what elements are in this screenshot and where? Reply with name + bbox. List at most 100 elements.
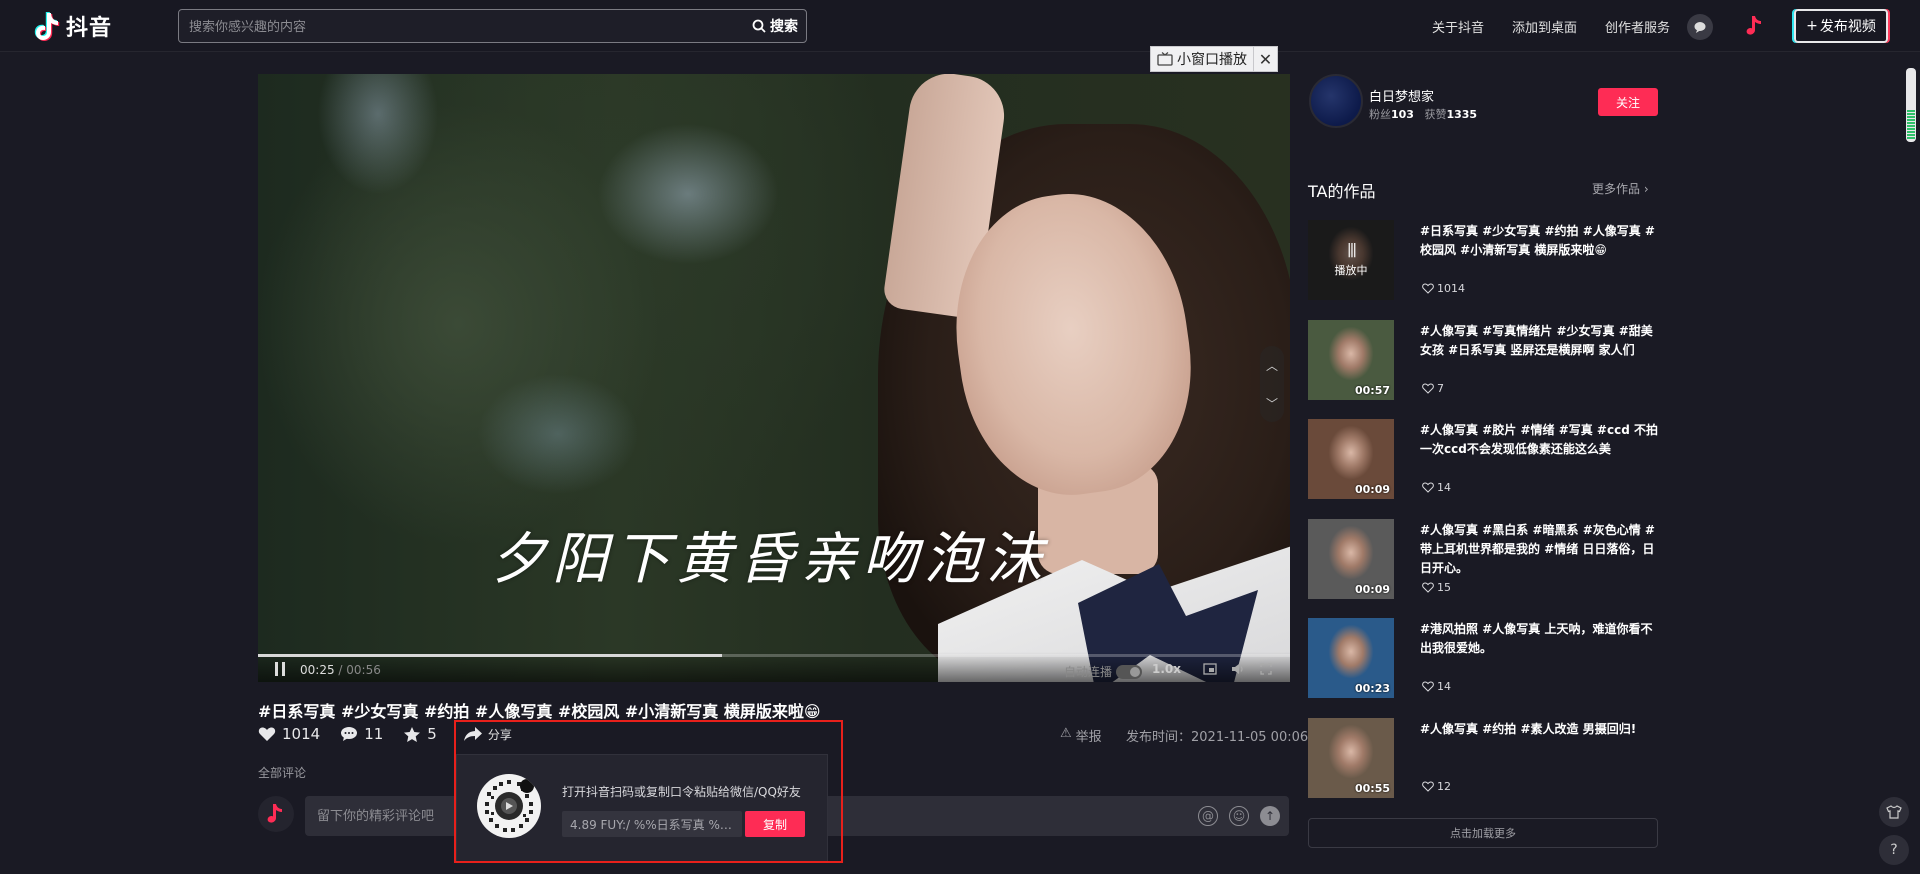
close-icon[interactable]: ✕ [1254,46,1278,72]
pause-icon[interactable] [275,662,287,676]
mini-window-label: 小窗口播放 [1177,52,1247,68]
star-icon [404,726,421,742]
search-button-label: 搜索 [770,19,798,35]
more-works-label: 更多作品 [1592,182,1641,196]
work-thumbnail: 00:09 [1308,419,1394,499]
fans-label: 粉丝 [1369,108,1391,121]
video-player[interactable]: 夕阳下黄昏亲吻泡沫 ︿ ﹀ 00:25 / 00:56 自动连播 1.0x [258,74,1290,682]
favorite-button[interactable]: 5 [403,725,437,743]
mini-player-control: 小窗口播放 ✕ [1150,46,1278,72]
work-duration: 00:09 [1354,583,1390,596]
current-time: 00:25 [300,663,335,677]
heart-outline-icon [1422,482,1434,493]
work-item[interactable]: 00:23 #港风拍照 #人像写真 上天呐，难道你看不出我很爱她。 14 [1308,618,1658,698]
work-like-count: 14 [1437,481,1451,494]
author-name[interactable]: 白日梦想家 [1369,86,1434,105]
video-title: #日系写真 #少女写真 #约拍 #人像写真 #校园风 #小清新写真 横屏版来啦😁 [258,702,821,721]
work-item[interactable]: 00:57 #人像写真 #写真情绪片 #少女写真 #甜美女孩 #日系写真 竖屏还是… [1308,320,1658,400]
send-arrow-icon[interactable]: ↑ [1260,806,1280,826]
search-icon [752,19,766,33]
copy-button[interactable]: 复制 [745,811,805,837]
work-duration: 00:55 [1354,782,1390,795]
author-stats: 粉丝103 获赞1335 [1369,106,1477,122]
top-header: 抖音 搜索 关于抖音 添加到桌面 创作者服务 + 发布视频 [0,0,1920,52]
share-button[interactable]: 分享 [463,726,512,743]
works-section-title: TA的作品 [1308,182,1376,201]
publish-video-button[interactable]: + 发布视频 [1794,9,1888,43]
search-input[interactable] [189,17,729,37]
video-progress-bar[interactable] [258,654,1290,657]
search-bar: 搜索 [178,9,807,43]
emoji-icon[interactable]: ☺ [1229,806,1249,826]
nav-add-to-desktop[interactable]: 添加到桌面 [1512,17,1577,36]
video-stats: 1014 11 5 分享 [258,724,512,744]
work-title: #人像写真 #黑白系 #暗黑系 #灰色心情 #带上耳机世界都是我的 #情绪 日日… [1420,523,1655,575]
follow-button[interactable]: 关注 [1598,88,1658,116]
shirt-icon[interactable] [1879,797,1909,827]
video-side-navigation: ︿ ﹀ [1260,346,1284,422]
work-title: #人像写真 #写真情绪片 #少女写真 #甜美女孩 #日系写真 竖屏还是横屏啊 家… [1420,324,1653,357]
work-likes: 7 [1422,382,1444,395]
mention-icon[interactable]: @ [1198,806,1218,826]
work-likes: 14 [1422,481,1451,494]
autoplay-toggle[interactable]: 自动连播 [1064,663,1143,680]
heart-outline-icon [1422,781,1434,792]
user-avatar [258,796,294,832]
chevron-up-icon[interactable]: ︿ [1266,357,1278,374]
work-title: #人像写真 #胶片 #情绪 #写真 #ccd 不拍一次ccd不会发现低像素还能这… [1420,423,1658,456]
help-icon[interactable]: ? [1879,835,1909,865]
work-item[interactable]: 00:55 #人像写真 #约拍 #素人改造 男摄回归! 12 [1308,718,1658,798]
chevron-down-icon[interactable]: ﹀ [1266,395,1278,412]
work-likes: 1014 [1422,282,1465,295]
all-comments-label: 全部评论 [258,766,307,780]
work-title: #日系写真 #少女写真 #约拍 #人像写真 #校园风 #小清新写真 横屏版来啦😁 [1420,224,1655,257]
report-label: 举报 [1075,730,1102,745]
heart-outline-icon [1422,283,1434,294]
share-arrow-icon [463,727,482,741]
now-playing-overlay: ||| 播放中 [1308,220,1394,300]
author-avatar[interactable] [1309,74,1363,128]
work-item[interactable]: 00:09 #人像写真 #胶片 #情绪 #写真 #ccd 不拍一次ccd不会发现低… [1308,419,1658,499]
load-more-button[interactable]: 点击加载更多 [1308,818,1658,848]
nav-creator-services[interactable]: 创作者服务 [1605,17,1670,36]
share-code-text: 4.89 FUY:/ %%日系写真 %少女写真 [570,818,740,832]
playback-speed[interactable]: 1.0x [1152,662,1181,676]
video-progress-fill [258,654,723,657]
likes-label: 获赞 [1424,108,1447,121]
autoplay-switch[interactable] [1116,664,1143,679]
like-button[interactable]: 1014 [258,725,320,743]
equalizer-icon: ||| [1346,242,1357,258]
now-playing-label: 播放中 [1334,264,1368,277]
comment-icon [341,727,358,741]
search-button[interactable]: 搜索 [752,15,798,37]
work-like-count: 12 [1437,780,1451,793]
picture-in-picture-icon[interactable] [1202,661,1218,677]
music-note-icon[interactable] [1740,12,1768,40]
douyin-logo-icon [34,12,60,41]
video-control-row: 00:25 / 00:56 自动连播 1.0x [258,660,1290,680]
volume-icon[interactable] [1230,661,1246,677]
work-likes: 14 [1422,680,1451,693]
work-thumbnail: 00:09 [1308,519,1394,599]
work-title: #人像写真 #约拍 #素人改造 男摄回归! [1420,722,1637,736]
publish-video-label: 发布视频 [1819,19,1876,35]
mini-window-button[interactable]: 小窗口播放 [1150,46,1254,72]
comment-count: 11 [364,725,384,743]
publish-time: 发布时间：2021-11-05 00:06 [1126,730,1309,745]
like-count: 1014 [282,725,321,743]
nav-about[interactable]: 关于抖音 [1432,17,1484,36]
share-code-field[interactable]: 4.89 FUY:/ %%日系写真 %少女写真 [562,811,742,837]
work-duration: 00:09 [1354,483,1390,496]
fullscreen-icon[interactable] [1258,661,1274,677]
douyin-logo[interactable]: 抖音 [34,10,112,42]
tv-icon [1157,52,1173,66]
comment-button[interactable]: 11 [340,725,383,743]
work-thumbnail: 00:57 [1308,320,1394,400]
more-works-link[interactable]: 更多作品 › [1592,180,1649,197]
message-icon[interactable] [1687,14,1713,40]
share-label: 分享 [487,727,512,742]
report-button[interactable]: ⚠ 举报 [1060,726,1102,745]
work-item[interactable]: ||| 播放中 #日系写真 #少女写真 #约拍 #人像写真 #校园风 #小清新写真 … [1308,220,1658,300]
work-item[interactable]: 00:09 #人像写真 #黑白系 #暗黑系 #灰色心情 #带上耳机世界都是我的 #… [1308,519,1658,599]
video-time: 00:25 / 00:56 [300,663,381,677]
